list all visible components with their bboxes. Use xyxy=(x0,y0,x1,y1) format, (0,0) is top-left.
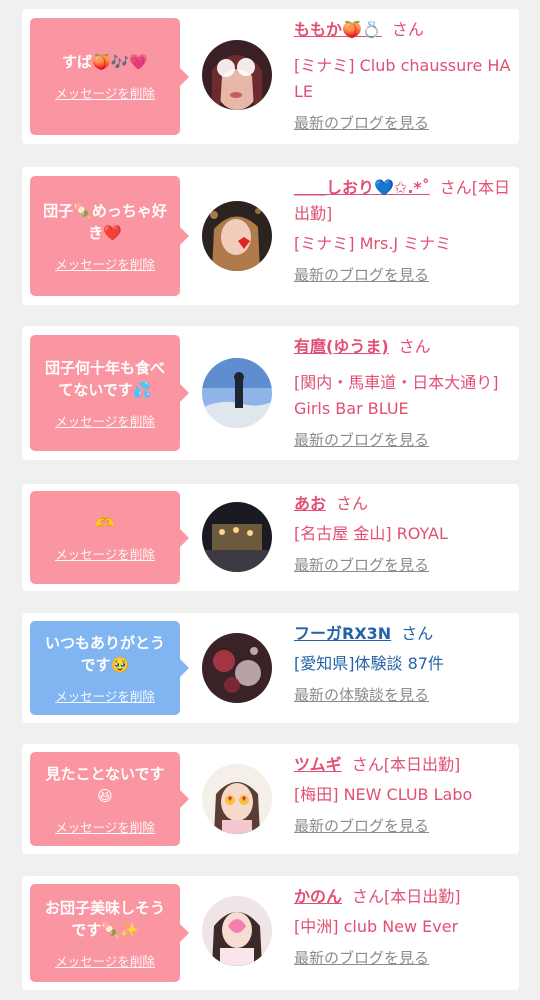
user-name-link[interactable]: フーガRX3N xyxy=(294,624,391,643)
message-bubble: すば🍑🎶💗 メッセージを削除 xyxy=(30,18,189,135)
message-bubble: お団子美味しそうです🍡✨ メッセージを削除 xyxy=(30,884,189,982)
message-text: 🫶 xyxy=(95,514,115,532)
avatar[interactable] xyxy=(202,40,272,110)
shop-name: [ミナミ] Club chaussure HALE xyxy=(294,56,511,101)
user-name-link[interactable]: 有麿(ゆうま) xyxy=(294,337,389,356)
list-item: 見たことないです😆 メッセージを削除 ツムギ さん[本日出勤] [梅田] NEW … xyxy=(22,744,519,854)
avatar[interactable] xyxy=(202,502,272,572)
message-text: すば🍑🎶💗 xyxy=(61,53,149,71)
entry-info: フーガRX3N さん [愛知県]体験談 87件 最新の体験談を見る xyxy=(294,621,514,705)
honorific: さん xyxy=(398,337,431,356)
list-item: すば🍑🎶💗 メッセージを削除 ももか🍑💍 さん [ミナミ] Club chauss… xyxy=(22,9,519,144)
status-text: [本日出勤] xyxy=(383,755,461,774)
user-name-link[interactable]: ももか🍑💍 xyxy=(294,20,382,39)
entry-info: 有麿(ゆうま) さん [関内・馬車道・日本大通り] Girls Bar BLUE … xyxy=(294,334,514,450)
delete-message-link[interactable]: メッセージを削除 xyxy=(55,411,155,430)
message-text: 見たことないです😆 xyxy=(45,764,165,805)
delete-message-link[interactable]: メッセージを削除 xyxy=(55,254,155,273)
entry-info: ももか🍑💍 さん [ミナミ] Club chaussure HALE 最新のブログ… xyxy=(294,17,514,133)
avatar[interactable] xyxy=(202,358,272,428)
shop-name: [ミナミ] Mrs.J ミナミ xyxy=(294,234,452,253)
list-item: 団子何十年も食べてないです💦 メッセージを削除 有麿(ゆうま) さん [関内・馬車… xyxy=(22,326,519,460)
latest-blog-link[interactable]: 最新のブログを見る xyxy=(294,113,514,133)
honorific: さん xyxy=(439,178,472,197)
message-bubble: いつもありがとうです🥹 メッセージを削除 xyxy=(30,621,189,715)
message-list: すば🍑🎶💗 メッセージを削除 ももか🍑💍 さん [ミナミ] Club chauss… xyxy=(0,0,540,1000)
list-item: お団子美味しそうです🍡✨ メッセージを削除 かのん さん[本日出勤] [中洲] c… xyxy=(22,876,519,990)
shop-name: [関内・馬車道・日本大通り] Girls Bar BLUE xyxy=(294,373,499,418)
delete-message-link[interactable]: メッセージを削除 xyxy=(55,83,155,102)
honorific: さん xyxy=(336,494,369,513)
latest-blog-link[interactable]: 最新のブログを見る xyxy=(294,555,514,575)
message-bubble: 🫶 メッセージを削除 xyxy=(30,491,189,584)
delete-message-link[interactable]: メッセージを削除 xyxy=(55,544,155,563)
message-bubble: 団子何十年も食べてないです💦 メッセージを削除 xyxy=(30,335,189,451)
honorific: さん xyxy=(352,887,385,906)
user-name-link[interactable]: ＿＿しおり💙✩.*˚ xyxy=(294,178,430,197)
shop-name: [梅田] NEW CLUB Labo xyxy=(294,785,473,804)
avatar[interactable] xyxy=(202,201,272,271)
list-item: 🫶 メッセージを削除 あお さん [名古屋 金山] ROYAL 最新のブログを見る xyxy=(22,484,519,591)
message-bubble: 団子🍡めっちゃ好き❤️ メッセージを削除 xyxy=(30,176,189,296)
avatar[interactable] xyxy=(202,633,272,703)
list-item: いつもありがとうです🥹 メッセージを削除 フーガRX3N さん [愛知県]体験談 … xyxy=(22,613,519,723)
latest-blog-link[interactable]: 最新のブログを見る xyxy=(294,816,514,836)
delete-message-link[interactable]: メッセージを削除 xyxy=(55,817,155,836)
entry-info: かのん さん[本日出勤] [中洲] club New Ever 最新のブログを見る xyxy=(294,884,514,968)
user-name-link[interactable]: ツムギ xyxy=(294,755,342,774)
honorific: さん xyxy=(401,624,434,643)
delete-message-link[interactable]: メッセージを削除 xyxy=(55,951,155,970)
shop-name: [愛知県]体験談 87件 xyxy=(294,654,444,673)
status-text: [本日出勤] xyxy=(384,887,461,906)
shop-name: [中洲] club New Ever xyxy=(294,917,459,936)
message-text: いつもありがとうです🥹 xyxy=(44,633,165,674)
message-text: 団子🍡めっちゃ好き❤️ xyxy=(43,201,167,242)
avatar[interactable] xyxy=(202,896,272,966)
message-text: お団子美味しそうです🍡✨ xyxy=(44,898,165,939)
delete-message-link[interactable]: メッセージを削除 xyxy=(55,686,155,705)
message-bubble: 見たことないです😆 メッセージを削除 xyxy=(30,752,189,846)
shop-name: [名古屋 金山] ROYAL xyxy=(294,524,448,543)
latest-blog-link[interactable]: 最新のブログを見る xyxy=(294,430,514,450)
latest-review-link[interactable]: 最新の体験談を見る xyxy=(294,685,514,705)
user-name-link[interactable]: かのん xyxy=(294,887,342,906)
list-item: 団子🍡めっちゃ好き❤️ メッセージを削除 ＿＿しおり💙✩.*˚ さん[本日出勤] … xyxy=(22,167,519,305)
latest-blog-link[interactable]: 最新のブログを見る xyxy=(294,265,514,285)
entry-info: あお さん [名古屋 金山] ROYAL 最新のブログを見る xyxy=(294,491,514,575)
message-text: 団子何十年も食べてないです💦 xyxy=(44,358,165,399)
latest-blog-link[interactable]: 最新のブログを見る xyxy=(294,948,514,968)
entry-info: ＿＿しおり💙✩.*˚ さん[本日出勤] [ミナミ] Mrs.J ミナミ 最新のブロ… xyxy=(294,175,514,285)
avatar[interactable] xyxy=(202,764,272,834)
honorific: さん xyxy=(351,755,384,774)
user-name-link[interactable]: あお xyxy=(294,494,326,513)
honorific: さん xyxy=(391,20,424,39)
entry-info: ツムギ さん[本日出勤] [梅田] NEW CLUB Labo 最新のブログを見る xyxy=(294,752,514,836)
